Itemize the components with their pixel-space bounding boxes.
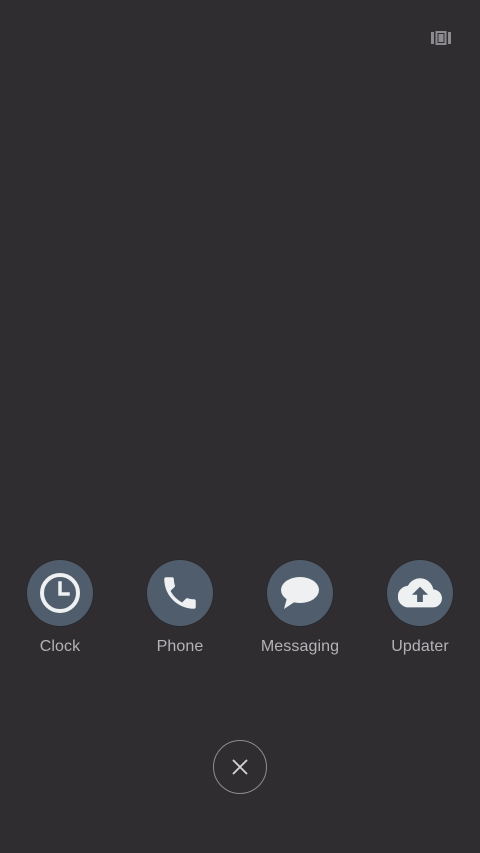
- app-icon-circle: [267, 560, 333, 626]
- phone-icon: [164, 577, 196, 609]
- clock-icon: [40, 573, 80, 613]
- view-carousel-icon: [431, 31, 451, 45]
- app-label: Clock: [39, 638, 81, 655]
- app-shortcuts-row: Clock Phone Messaging Updater: [0, 560, 480, 660]
- app-clock[interactable]: Clock: [5, 560, 115, 656]
- app-icon-circle: [27, 560, 93, 626]
- app-phone[interactable]: Phone: [125, 560, 235, 656]
- app-label: Phone: [156, 638, 204, 655]
- app-updater[interactable]: Updater: [365, 560, 475, 656]
- recents-screen: Clock Phone Messaging Updater: [0, 0, 480, 853]
- app-icon-circle: [147, 560, 213, 626]
- chat-bubble-icon: [281, 577, 319, 609]
- cloud-upload-icon: [398, 578, 442, 608]
- app-label: Messaging: [260, 638, 340, 655]
- close-button[interactable]: [213, 740, 267, 794]
- close-icon: [232, 759, 248, 775]
- app-label: Updater: [391, 638, 449, 655]
- layout-toggle-button[interactable]: [429, 29, 453, 47]
- app-messaging[interactable]: Messaging: [245, 560, 355, 656]
- app-icon-circle: [387, 560, 453, 626]
